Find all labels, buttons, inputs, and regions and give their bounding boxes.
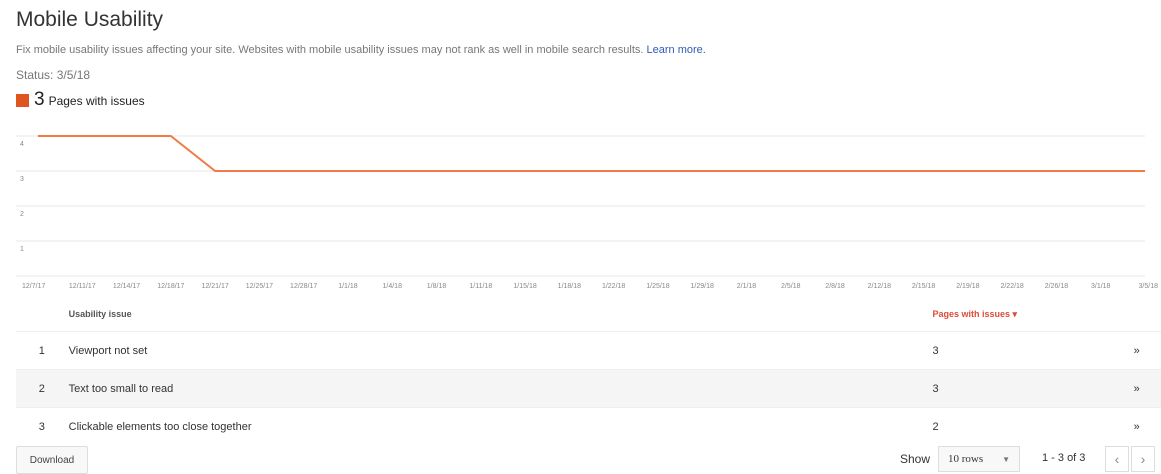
chevron-down-icon: ▼ [1002,454,1010,464]
x-tick-label: 2/1/18 [737,283,757,290]
page-title: Mobile Usability [16,8,164,31]
row-details-arrow-icon[interactable]: » [1112,407,1161,445]
header-pages-with-issues[interactable]: Pages with issues ▾ [931,297,1112,332]
x-tick-label: 12/25/17 [246,283,273,290]
x-tick-label: 1/29/18 [691,283,714,290]
download-button[interactable]: Download [16,446,88,474]
pagination-range: 1 - 3 of 3 [1042,452,1086,464]
x-tick-label: 2/15/18 [912,283,935,290]
learn-more-link[interactable]: Learn more. [647,44,706,56]
row-details-arrow-icon[interactable]: » [1112,331,1161,370]
legend-label: Pages with issues [48,94,145,108]
chevron-right-icon[interactable]: › [1131,446,1155,472]
chevron-left-icon[interactable]: ‹ [1105,446,1129,472]
x-tick-label: 2/26/18 [1045,283,1068,290]
x-tick-label: 12/18/17 [157,283,184,290]
x-tick-label: 12/14/17 [113,283,140,290]
table-row[interactable]: 1 Viewport not set 3 » [16,331,1161,370]
table-footer: Download Show 10 rows ▼ 1 - 3 of 3 ‹ › [0,444,1161,474]
row-number: 1 [16,331,68,370]
x-tick-label: 1/25/18 [646,283,669,290]
show-label: Show [900,452,931,466]
status-text: Status: 3/5/18 [16,68,91,82]
header-arrow [1112,297,1161,332]
table-header-row: Usability issue Pages with issues ▾ [16,297,1161,332]
x-tick-label: 1/1/18 [338,283,358,290]
x-tick-label: 12/7/17 [22,283,45,290]
x-tick-label: 1/4/18 [383,283,403,290]
row-pages: 3 [931,369,1113,408]
row-number: 2 [16,369,68,408]
y-tick-label: 3 [20,176,24,183]
line-chart: 1 2 3 4 12/7/17 12/11/17 12/14/17 12/18/17 12/21… [16,135,1159,290]
x-tick-label: 1/22/18 [602,283,625,290]
series-line [38,135,1145,172]
x-tick-label: 12/21/17 [201,283,228,290]
x-tick-label: 1/8/18 [427,283,447,290]
row-issue: Clickable elements too close together [67,407,932,445]
y-tick-label: 2 [20,211,24,218]
x-tick-label: 2/8/18 [825,283,845,290]
row-issue: Viewport not set [67,331,932,370]
table-row[interactable]: 3 Clickable elements too close together … [16,407,1161,445]
y-tick-label: 4 [20,141,24,148]
x-tick-label: 1/18/18 [558,283,581,290]
table-row[interactable]: 2 Text too small to read 3 » [16,369,1161,408]
rows-per-page-value: 10 rows [948,453,984,465]
description: Fix mobile usability issues affecting yo… [16,44,706,56]
x-tick-label: 2/19/18 [956,283,979,290]
legend-count: 3 [34,89,45,110]
row-number: 3 [16,407,68,445]
x-tick-label: 12/28/17 [290,283,317,290]
row-details-arrow-icon[interactable]: » [1112,369,1161,408]
x-tick-label: 3/5/18 [1139,283,1159,290]
x-tick-label: 3/1/18 [1091,283,1111,290]
chart-legend: 3 Pages with issues [16,90,145,110]
header-usability-issue[interactable]: Usability issue [68,297,932,332]
x-tick-label: 1/11/18 [469,283,492,290]
issues-table: Usability issue Pages with issues ▾ 1 Vi… [16,297,1161,445]
legend-swatch [16,94,29,107]
x-tick-label: 2/12/18 [868,283,891,290]
rows-per-page-select[interactable]: 10 rows ▼ [938,446,1020,472]
row-pages: 3 [931,331,1113,370]
y-tick-label: 1 [20,246,24,253]
x-tick-label: 12/11/17 [69,283,96,290]
description-text: Fix mobile usability issues affecting yo… [16,44,644,56]
x-tick-label: 1/15/18 [513,283,536,290]
row-issue: Text too small to read [67,369,932,408]
x-tick-label: 2/5/18 [781,283,801,290]
header-num [16,297,68,332]
row-pages: 2 [931,407,1113,445]
x-tick-label: 2/22/18 [1000,283,1023,290]
